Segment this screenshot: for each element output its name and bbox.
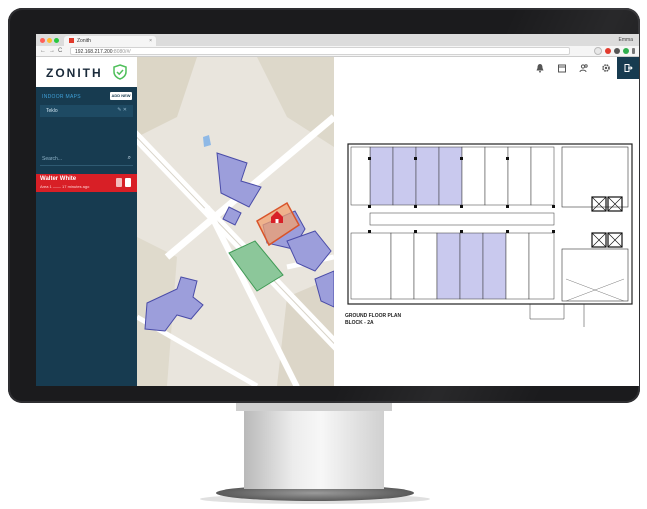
room-highlighted[interactable] [415,146,440,206]
floor-plan-panel: GROUND FLOOR PLAN BLOCK - 2A [334,57,639,386]
browser-profile-label[interactable]: Emma [619,36,633,44]
browser-tab[interactable]: Zonith × [64,36,156,46]
shield-check-icon [113,64,127,80]
map-view[interactable] [137,57,334,386]
browser-tabbar: Zonith × Emma [36,34,639,46]
monitor-frame: Zonith × Emma ← → C 192.168.217.200:8080… [8,8,640,403]
alarm-details: Area 1 —— 17 minutes ago [40,184,90,189]
corridor [369,212,555,226]
search-placeholder: Search... [42,156,63,162]
room[interactable] [413,232,438,300]
screen: Zonith × Emma ← → C 192.168.217.200:8080… [36,34,639,386]
logo-header: ZONITH [36,57,137,87]
room-highlighted[interactable] [436,232,461,300]
alarm-dismiss-button[interactable] [125,178,131,187]
alarm-phone-button[interactable] [116,178,122,187]
lobby [561,248,629,302]
team-label: Teklo [46,108,58,114]
entrance-steps [529,304,565,320]
room[interactable] [530,146,555,206]
room[interactable] [461,146,486,206]
window-minimize-button[interactable] [47,38,52,43]
alarm-card[interactable]: Walter White Area 1 —— 17 minutes ago [36,174,137,192]
url-path: :8080/#/ [112,49,131,55]
stair-room[interactable] [350,146,371,206]
extension-red-icon[interactable] [605,48,611,54]
extension-green-icon[interactable] [623,48,629,54]
map-canvas[interactable] [137,57,334,386]
url-host: 192.168.217.200 [75,49,113,55]
room-highlighted[interactable] [438,146,463,206]
zonith-favicon-icon [69,38,74,44]
tab-title: Zonith [77,38,91,44]
sidebar-item-team[interactable]: Teklo ✎ ✕ [40,105,133,117]
window-close-button[interactable] [40,38,45,43]
room[interactable] [390,232,415,300]
monitor-stand [244,403,384,489]
back-arrow-icon[interactable]: ← [40,47,46,55]
monitor-stand-top [236,403,392,411]
room[interactable] [507,146,532,206]
reload-icon[interactable]: C [58,47,62,55]
forward-arrow-icon[interactable]: → [49,47,55,55]
window-zoom-button[interactable] [54,38,59,43]
floor-plan-title-line1: GROUND FLOOR PLAN [345,313,402,319]
room[interactable] [528,232,555,300]
add-new-button[interactable]: ADD NEW [110,92,132,100]
sidebar: ZONITH INDOOR MAPS ADD NEW Teklo ✎ ✕ Sea… [36,57,137,386]
search-input[interactable]: Search... ⌕ [40,153,133,166]
tab-close-icon[interactable]: × [149,36,152,46]
indoor-maps-heading: INDOOR MAPS [42,94,81,100]
room[interactable] [484,146,509,206]
browser-extensions [594,47,635,55]
search-icon[interactable]: ⌕ [128,155,131,162]
room-highlighted[interactable] [392,146,417,206]
room-highlighted[interactable] [459,232,484,300]
browser-menu-icon[interactable] [632,48,635,54]
room[interactable] [350,232,392,300]
floor-plan-title: GROUND FLOOR PLAN BLOCK - 2A [345,313,401,327]
floor-plan-drawing[interactable] [334,57,639,357]
room-highlighted[interactable] [369,146,394,206]
floor-plan-title-line2: BLOCK - 2A [345,320,374,326]
alarm-person-name: Walter White [40,176,77,182]
room[interactable] [505,232,530,300]
extension-dark-icon[interactable] [614,48,620,54]
zonith-app: ZONITH INDOOR MAPS ADD NEW Teklo ✎ ✕ Sea… [36,57,639,386]
team-actions-icons[interactable]: ✎ ✕ [117,107,127,113]
star-icon[interactable] [594,47,602,55]
url-field[interactable]: 192.168.217.200:8080/#/ [70,47,570,55]
browser-address-bar: ← → C 192.168.217.200:8080/#/ [36,46,639,57]
zonith-logo[interactable]: ZONITH [46,66,103,80]
service-core [561,146,629,208]
room-highlighted[interactable] [482,232,507,300]
